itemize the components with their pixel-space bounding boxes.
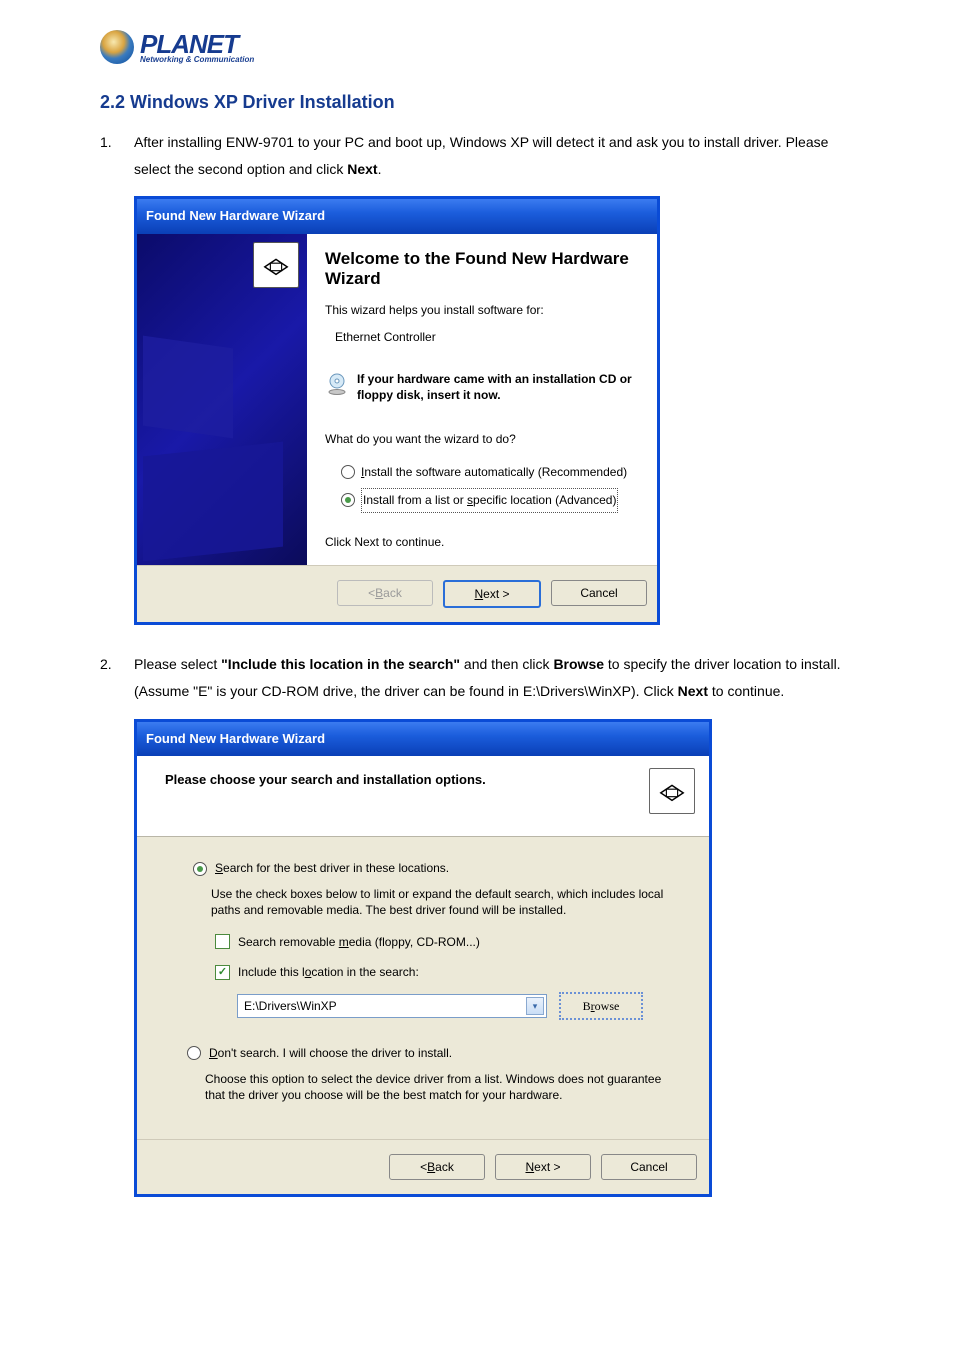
next-button[interactable]: Next >: [443, 580, 541, 608]
path-value: E:\Drivers\WinXP: [244, 995, 337, 1018]
wizard-1-cd-note: If your hardware came with an installati…: [357, 372, 639, 403]
step-1-dot: .: [378, 161, 382, 177]
radio-auto[interactable]: [341, 465, 355, 479]
wizard-1-helps: This wizard helps you install software f…: [325, 299, 639, 322]
step-1-next: Next: [347, 161, 377, 177]
checkbox-removable-media-label[interactable]: Search removable media (floppy, CD-ROM..…: [238, 931, 480, 954]
device-icon: [253, 242, 299, 288]
wizard-1-continue: Click Next to continue.: [325, 531, 639, 554]
cd-icon: [325, 372, 349, 404]
wizard-2-titlebar: Found New Hardware Wizard: [137, 722, 709, 757]
step-1-text-a: After installing ENW-9701 to your PC and…: [134, 134, 828, 177]
radio-auto-label[interactable]: Install the software automatically (Reco…: [361, 461, 627, 484]
step-2-number: 2.: [100, 651, 112, 678]
checkbox-include-location[interactable]: [215, 965, 230, 980]
radio-search-best-label[interactable]: Search for the best driver in these loca…: [215, 857, 449, 880]
wizard-2: Found New Hardware Wizard Please choose …: [134, 719, 712, 1198]
wizard-1-device: Ethernet Controller: [335, 326, 639, 349]
device-icon: [649, 768, 695, 814]
cancel-button[interactable]: Cancel: [551, 580, 647, 606]
wizard-1-welcome: Welcome to the Found New Hardware Wizard: [325, 249, 639, 289]
back-button: < Back: [337, 580, 433, 606]
wizard-2-heading: Please choose your search and installati…: [165, 768, 486, 793]
wizard-1-sidebar: [137, 234, 307, 566]
step-1: 1. After installing ENW-9701 to your PC …: [100, 129, 854, 625]
logo-tagline: Networking & Communication: [140, 55, 254, 64]
checkbox-removable-media[interactable]: [215, 934, 230, 949]
planet-globe-icon: [100, 30, 134, 64]
radio-specific[interactable]: [341, 493, 355, 507]
checkbox-include-location-label[interactable]: Include this location in the search:: [238, 961, 419, 984]
wizard-1-question: What do you want the wizard to do?: [325, 428, 639, 451]
wizard-2-desc2: Choose this option to select the device …: [205, 1071, 681, 1103]
chevron-down-icon[interactable]: ▾: [526, 997, 544, 1015]
back-button[interactable]: < Back: [389, 1154, 485, 1180]
next-button[interactable]: Next >: [495, 1154, 591, 1180]
step-2-bold3: Next: [678, 683, 708, 699]
section-title: 2.2 Windows XP Driver Installation: [100, 92, 854, 113]
radio-dont-search[interactable]: [187, 1046, 201, 1060]
logo-brand: PLANET: [140, 31, 254, 57]
wizard-1-titlebar: Found New Hardware Wizard: [137, 199, 657, 234]
step-2: 2. Please select "Include this location …: [100, 651, 854, 1197]
step-1-number: 1.: [100, 129, 112, 156]
path-combobox[interactable]: E:\Drivers\WinXP ▾: [237, 994, 547, 1018]
cancel-button[interactable]: Cancel: [601, 1154, 697, 1180]
radio-search-best[interactable]: [193, 862, 207, 876]
radio-dont-search-label[interactable]: Don't search. I will choose the driver t…: [209, 1042, 452, 1065]
step-2-bold1: "Include this location in the search": [221, 656, 460, 672]
step-2-bold2: Browse: [553, 656, 604, 672]
wizard-1: Found New Hardware Wizard Welcome to the…: [134, 196, 660, 625]
browse-button[interactable]: Browse: [559, 992, 643, 1020]
wizard-2-desc1: Use the check boxes below to limit or ex…: [211, 886, 681, 918]
logo: PLANET Networking & Communication: [100, 30, 854, 64]
radio-specific-label[interactable]: Install from a list or specific location…: [361, 488, 618, 513]
